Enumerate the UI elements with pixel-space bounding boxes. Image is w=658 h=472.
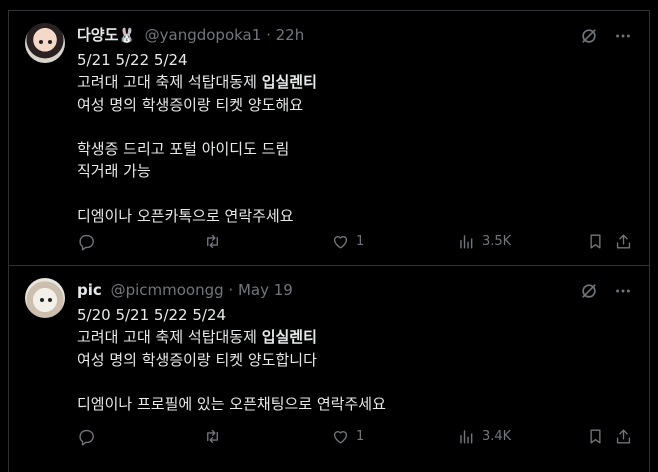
tweet-line: 디엠이나 프로필에 있는 오픈채팅으로 연락주세요 bbox=[77, 395, 386, 414]
more-icon[interactable] bbox=[613, 282, 633, 302]
retweet-button[interactable] bbox=[203, 232, 222, 251]
bold-keyword: 입실렌티 bbox=[261, 328, 317, 347]
tweet-line: 고려대 고대 축제 석탑대동제 입실렌티 bbox=[77, 328, 317, 347]
avatar[interactable] bbox=[25, 23, 65, 63]
bookmark-icon bbox=[590, 428, 601, 444]
separator-dot: · bbox=[228, 281, 234, 299]
tweet-line: 5/20 5/21 5/22 5/24 bbox=[77, 306, 227, 324]
bold-keyword: 입실렌티 bbox=[261, 73, 317, 92]
tweet-top-actions bbox=[579, 282, 633, 302]
tweet-line: 5/21 5/22 5/24 bbox=[77, 51, 188, 69]
tweet-line: 고려대 고대 축제 석탑대동제 입실렌티 bbox=[77, 73, 317, 92]
bookmark-button[interactable] bbox=[586, 427, 605, 446]
tweet-header: pic @picmmoongg · May 19 bbox=[77, 280, 293, 300]
share-icon bbox=[616, 233, 631, 249]
avatar-eye bbox=[39, 40, 43, 44]
tweet-top-actions bbox=[579, 27, 633, 47]
views-button[interactable]: 3.5K bbox=[457, 232, 511, 251]
retweet-icon bbox=[207, 234, 218, 248]
tweet-line bbox=[77, 371, 617, 393]
avatar-eye bbox=[40, 298, 44, 302]
more-icon[interactable] bbox=[613, 27, 633, 47]
tweet-line: 여성 명의 학생증이랑 티켓 양도합니다 bbox=[77, 350, 317, 369]
timestamp[interactable]: May 19 bbox=[238, 281, 293, 299]
tweet[interactable]: pic @picmmoongg · May 19 5/20 5/21 5/22 … bbox=[8, 266, 650, 472]
tweet-line: 디엠이나 오픈카톡으로 연락주세요 bbox=[77, 207, 294, 226]
views-icon bbox=[460, 429, 473, 444]
tweet-header: 다양도🐰 @yangdopoka1 · 22h bbox=[77, 25, 304, 45]
views-icon bbox=[460, 234, 473, 249]
tweet-actions: 1 3.5K bbox=[77, 231, 633, 251]
share-icon bbox=[616, 428, 631, 444]
tweet-line bbox=[77, 116, 617, 138]
rabbit-emoji: 🐰 bbox=[118, 28, 136, 44]
like-count: 1 bbox=[356, 233, 365, 249]
heart-icon bbox=[333, 235, 348, 249]
reply-icon bbox=[79, 429, 94, 445]
user-handle[interactable]: @yangdopoka1 bbox=[145, 26, 262, 44]
view-count: 3.5K bbox=[482, 233, 512, 249]
bookmark-button[interactable] bbox=[586, 232, 605, 251]
tweet-text: 5/21 5/22 5/24 고려대 고대 축제 석탑대동제 입실렌티 여성 명… bbox=[77, 49, 617, 227]
share-button[interactable] bbox=[614, 427, 633, 446]
display-name[interactable]: 다양도 bbox=[77, 26, 118, 44]
heart-icon bbox=[333, 430, 348, 444]
timeline-feed: 다양도🐰 @yangdopoka1 · 22h 5/21 5/22 5/24 고… bbox=[0, 0, 658, 472]
reply-button[interactable] bbox=[77, 427, 96, 446]
tweet-line bbox=[77, 183, 617, 205]
avatar-eye bbox=[48, 40, 52, 44]
like-button[interactable]: 1 bbox=[331, 427, 364, 446]
bookmark-icon bbox=[590, 233, 601, 249]
tweet[interactable]: 다양도🐰 @yangdopoka1 · 22h 5/21 5/22 5/24 고… bbox=[8, 10, 650, 266]
user-handle[interactable]: @picmmoongg bbox=[111, 281, 224, 299]
like-button[interactable]: 1 bbox=[331, 232, 364, 251]
tweet-line: 여성 명의 학생증이랑 티켓 양도해요 bbox=[77, 95, 304, 114]
retweet-button[interactable] bbox=[203, 427, 222, 446]
view-count: 3.4K bbox=[482, 428, 512, 444]
reply-icon bbox=[79, 234, 94, 250]
display-name[interactable]: pic bbox=[77, 281, 102, 299]
views-button[interactable]: 3.4K bbox=[457, 427, 511, 446]
share-button[interactable] bbox=[614, 232, 633, 251]
tweet-line: 직거래 가능 bbox=[77, 162, 151, 181]
avatar-eye bbox=[48, 298, 52, 302]
grok-icon[interactable] bbox=[579, 27, 599, 47]
timestamp[interactable]: 22h bbox=[276, 26, 305, 44]
avatar[interactable] bbox=[25, 278, 65, 318]
grok-icon[interactable] bbox=[579, 282, 599, 302]
tweet-line: 학생증 드리고 포털 아이디도 드림 bbox=[77, 140, 290, 159]
tweet-actions: 1 3.4K bbox=[77, 426, 633, 446]
retweet-icon bbox=[207, 429, 218, 443]
reply-button[interactable] bbox=[77, 232, 96, 251]
like-count: 1 bbox=[356, 428, 365, 444]
tweet-text: 5/20 5/21 5/22 5/24 고려대 고대 축제 석탑대동제 입실렌티… bbox=[77, 304, 617, 415]
separator-dot: · bbox=[266, 26, 271, 44]
